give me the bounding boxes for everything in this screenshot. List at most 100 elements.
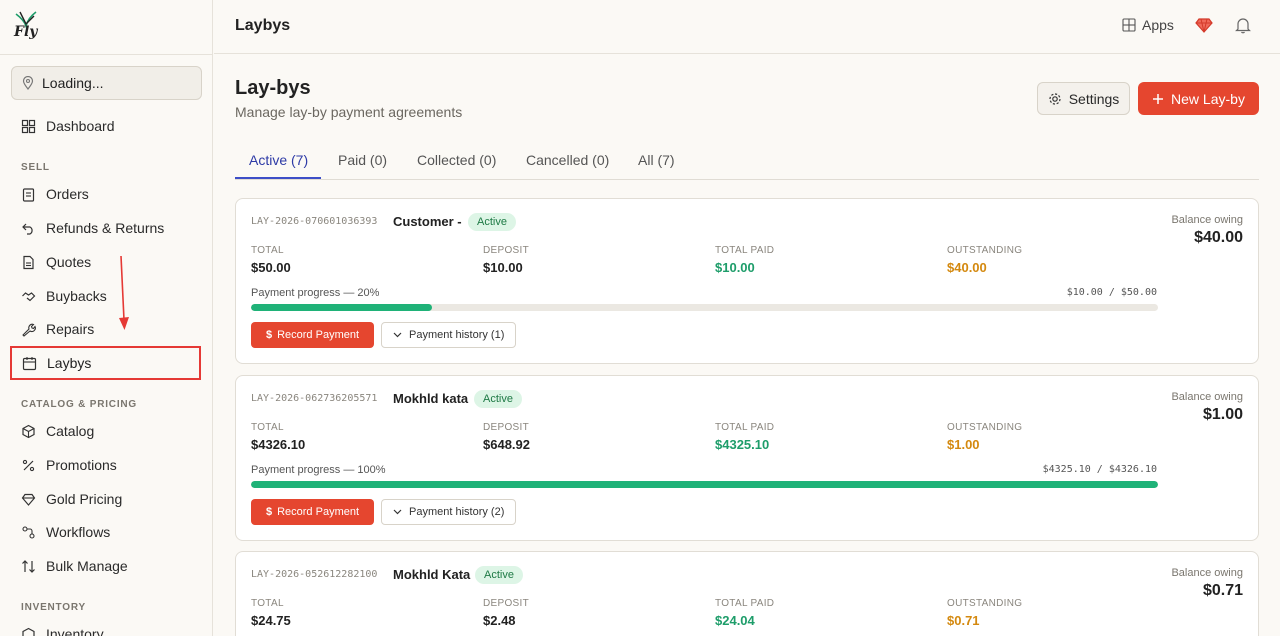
outstanding-value: $0.71 (947, 613, 980, 628)
sidebar-item-laybys[interactable]: Laybys (10, 346, 201, 380)
sidebar-item-label: Dashboard (46, 118, 115, 134)
section-inventory: INVENTORY (21, 602, 86, 613)
outstanding-label: OUTSTANDING (947, 422, 1023, 433)
payment-history-label: Payment history (2) (409, 506, 505, 518)
plus-icon (1153, 93, 1164, 104)
sidebar-item-label: Gold Pricing (46, 491, 123, 507)
sidebar-item-catalog[interactable]: Catalog (11, 415, 201, 447)
total-paid-label: TOTAL PAID (715, 245, 775, 256)
sidebar-item-label: Buybacks (46, 288, 107, 304)
sidebar-item-promotions[interactable]: Promotions (11, 449, 201, 481)
deposit-value: $10.00 (483, 260, 523, 275)
sidebar-item-dashboard[interactable]: Dashboard (11, 110, 201, 142)
balance-owing-value: $0.71 (1202, 582, 1243, 599)
total-paid-label: TOTAL PAID (715, 422, 775, 433)
payment-history-button[interactable]: Payment history (1) (381, 322, 517, 348)
wrench-icon (22, 323, 36, 337)
payment-history-button[interactable]: Payment history (2) (381, 499, 517, 525)
settings-label: Settings (1068, 90, 1120, 107)
sidebar-item-buybacks[interactable]: Buybacks (11, 280, 201, 312)
total-value: $24.75 (251, 613, 291, 628)
total-label: TOTAL (251, 598, 284, 609)
return-arrow-icon (22, 223, 33, 235)
tab-paid[interactable]: Paid (0) (338, 152, 387, 168)
tab-cancelled[interactable]: Cancelled (0) (526, 152, 609, 168)
top-header: Laybys Apps (214, 0, 1280, 54)
tab-collected[interactable]: Collected (0) (417, 152, 496, 168)
progress-fill (251, 304, 433, 311)
tab-active[interactable]: Active (7) (249, 152, 308, 168)
outstanding-value: $1.00 (947, 437, 980, 452)
status-badge: Active (468, 213, 516, 231)
sidebar-item-label: Quotes (46, 254, 92, 270)
total-value: $50.00 (251, 260, 291, 275)
total-paid-value: $4325.10 (715, 437, 770, 452)
sidebar-item-label: Workflows (46, 524, 111, 540)
box-icon (22, 424, 35, 438)
total-value: $4326.10 (251, 437, 306, 452)
progress-fill (251, 481, 1158, 488)
location-label: Loading... (42, 75, 104, 91)
tab-active-underline (235, 177, 321, 179)
new-layby-label: New Lay-by (1171, 90, 1245, 107)
sidebar: Fly Loading... Dashboard SELL Orders Ref… (0, 0, 213, 636)
sidebar-item-orders[interactable]: Orders (11, 178, 201, 210)
location-selector[interactable]: Loading... (11, 66, 202, 100)
bell-icon[interactable] (1234, 16, 1252, 34)
outstanding-label: OUTSTANDING (947, 245, 1023, 256)
progress-label: Payment progress — 100% (251, 464, 386, 476)
sidebar-item-label: Catalog (46, 423, 95, 439)
sidebar-item-label: Bulk Manage (46, 558, 128, 574)
balance-owing-label: Balance owing (1171, 567, 1243, 579)
clipboard-icon (22, 187, 35, 202)
sidebar-item-quotes[interactable]: Quotes (11, 246, 201, 278)
sidebar-item-label: Repairs (46, 321, 95, 337)
record-payment-button[interactable]: $ Record Payment (251, 322, 374, 348)
gem-icon[interactable] (1195, 16, 1213, 34)
sidebar-item-refunds[interactable]: Refunds & Returns (11, 212, 201, 244)
header-title: Laybys (235, 17, 291, 34)
record-payment-label: Record Payment (277, 506, 360, 518)
outstanding-value: $40.00 (947, 260, 987, 275)
progress-amount: $4325.10 / $4326.10 (1042, 464, 1157, 475)
balance-owing-label: Balance owing (1171, 214, 1243, 226)
sidebar-item-bulk-manage[interactable]: Bulk Manage (11, 550, 201, 582)
sidebar-item-gold-pricing[interactable]: Gold Pricing (11, 483, 201, 515)
progress-amount: $10.00 / $50.00 (1066, 287, 1157, 298)
record-payment-button[interactable]: $ Record Payment (251, 499, 374, 525)
layby-reference: LAY-2026-052612282100 (251, 569, 378, 580)
tab-all[interactable]: All (7) (638, 152, 675, 168)
dashboard-icon (21, 119, 36, 133)
apps-label: Apps (1142, 17, 1174, 33)
calendar-icon (22, 356, 37, 370)
location-pin-icon (22, 76, 34, 90)
sidebar-item-label: Laybys (47, 355, 92, 371)
layby-reference: LAY-2026-070601036393 (251, 216, 378, 227)
diamond-icon (21, 493, 36, 506)
annotation-arrow-icon (119, 255, 129, 330)
new-layby-button[interactable]: New Lay-by (1138, 82, 1259, 115)
settings-button[interactable]: Settings (1037, 82, 1130, 115)
chevron-down-icon (393, 332, 402, 338)
sidebar-item-label: Orders (46, 186, 89, 202)
dollar-icon: $ (265, 329, 273, 341)
workflow-icon (22, 525, 35, 539)
payment-history-label: Payment history (1) (409, 329, 505, 341)
page-subtitle: Manage lay-by payment agreements (235, 104, 463, 120)
total-paid-value: $10.00 (715, 260, 755, 275)
logo-text: Fly (14, 24, 38, 40)
sidebar-item-repairs[interactable]: Repairs (11, 313, 201, 345)
section-sell: SELL (21, 162, 50, 173)
deposit-label: DEPOSIT (483, 598, 529, 609)
sidebar-item-inventory[interactable]: Inventory (11, 618, 201, 636)
apps-button[interactable]: Apps (1122, 17, 1174, 33)
status-badge: Active (475, 566, 523, 584)
total-label: TOTAL (251, 422, 284, 433)
sidebar-item-workflows[interactable]: Workflows (11, 516, 201, 548)
page-title: Lay-bys (235, 77, 311, 99)
grid-icon (1122, 18, 1136, 32)
customer-name: Mokhld Kata (393, 567, 471, 582)
layby-card: LAY-2026-062736205571 Mokhld kata Active… (235, 375, 1259, 541)
sidebar-item-label: Inventory (46, 626, 104, 636)
document-icon (23, 255, 34, 269)
